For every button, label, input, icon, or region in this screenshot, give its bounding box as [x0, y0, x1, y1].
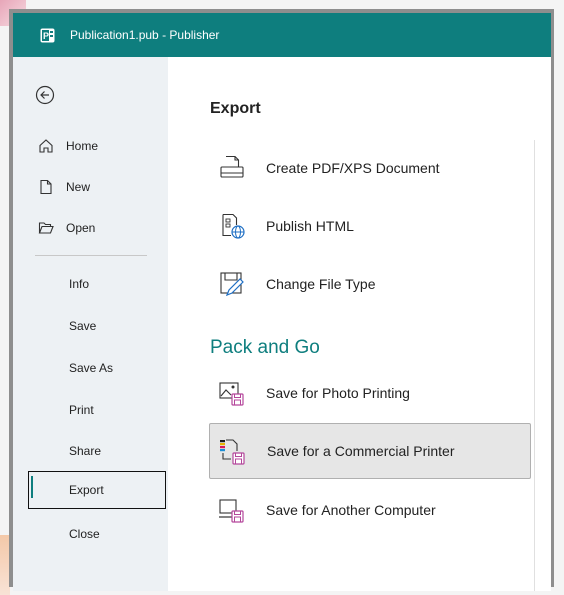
html-globe-icon	[218, 212, 246, 240]
pack-and-go-heading: Pack and Go	[210, 337, 320, 358]
page-title: Export	[210, 100, 261, 117]
sidebar-item-share[interactable]: Share	[13, 435, 168, 467]
folder-open-icon	[38, 220, 54, 236]
photo-printing-icon	[218, 379, 246, 407]
new-doc-icon	[38, 179, 54, 195]
back-arrow-icon[interactable]	[35, 85, 55, 105]
option-label: Create PDF/XPS Document	[266, 160, 440, 176]
title-bar: P Publication1.pub - Publisher	[13, 13, 551, 57]
sidebar-item-label: Close	[69, 527, 100, 541]
publish-html-option[interactable]: Publish HTML	[210, 199, 530, 253]
commercial-printer-icon	[219, 438, 247, 466]
save-another-computer-option[interactable]: Save for Another Computer	[210, 483, 530, 537]
sidebar-item-label: Export	[69, 483, 104, 497]
publisher-window: P Publication1.pub - Publisher Home New …	[13, 13, 551, 591]
pane-divider	[534, 140, 535, 591]
change-file-type-option[interactable]: Change File Type	[210, 257, 530, 311]
backstage-sidebar: Home New Open Info Save Save As Print Sh…	[13, 57, 168, 591]
sidebar-item-label: Share	[69, 444, 102, 458]
save-commercial-printer-option[interactable]: Save for a Commercial Printer	[209, 423, 531, 479]
sidebar-item-export[interactable]: Export	[28, 471, 166, 509]
sidebar-item-home[interactable]: Home	[13, 130, 168, 162]
sidebar-item-label: Save As	[69, 361, 114, 375]
sidebar-item-new[interactable]: New	[13, 171, 168, 203]
export-pane: Export Create PDF/XPS Document Publish H…	[168, 57, 551, 591]
publisher-app-icon: P	[40, 28, 55, 43]
sidebar-item-label: Home	[66, 139, 99, 153]
option-label: Publish HTML	[266, 218, 354, 234]
option-label: Save for a Commercial Printer	[267, 443, 455, 459]
sidebar-divider	[35, 255, 147, 256]
sidebar-item-label: New	[66, 180, 91, 194]
sidebar-item-label: Save	[69, 319, 97, 333]
window-title: Publication1.pub - Publisher	[70, 28, 220, 42]
sidebar-item-save-as[interactable]: Save As	[13, 352, 168, 384]
create-pdf-xps-option[interactable]: Create PDF/XPS Document	[210, 141, 530, 195]
svg-text:P: P	[43, 31, 49, 41]
change-file-type-icon	[218, 270, 246, 298]
sidebar-item-print[interactable]: Print	[13, 394, 168, 426]
sidebar-item-label: Open	[66, 221, 96, 235]
sidebar-item-close[interactable]: Close	[13, 518, 168, 550]
sidebar-item-save[interactable]: Save	[13, 310, 168, 342]
sidebar-item-label: Print	[69, 403, 94, 417]
sidebar-item-label: Info	[69, 277, 90, 291]
another-computer-icon	[218, 496, 246, 524]
sidebar-item-open[interactable]: Open	[13, 212, 168, 244]
sidebar-item-info[interactable]: Info	[13, 268, 168, 300]
option-label: Save for Another Computer	[266, 502, 436, 518]
option-label: Save for Photo Printing	[266, 385, 410, 401]
option-label: Change File Type	[266, 276, 376, 292]
save-photo-printing-option[interactable]: Save for Photo Printing	[210, 366, 530, 420]
pdf-document-icon	[218, 154, 246, 182]
home-icon	[38, 138, 54, 154]
